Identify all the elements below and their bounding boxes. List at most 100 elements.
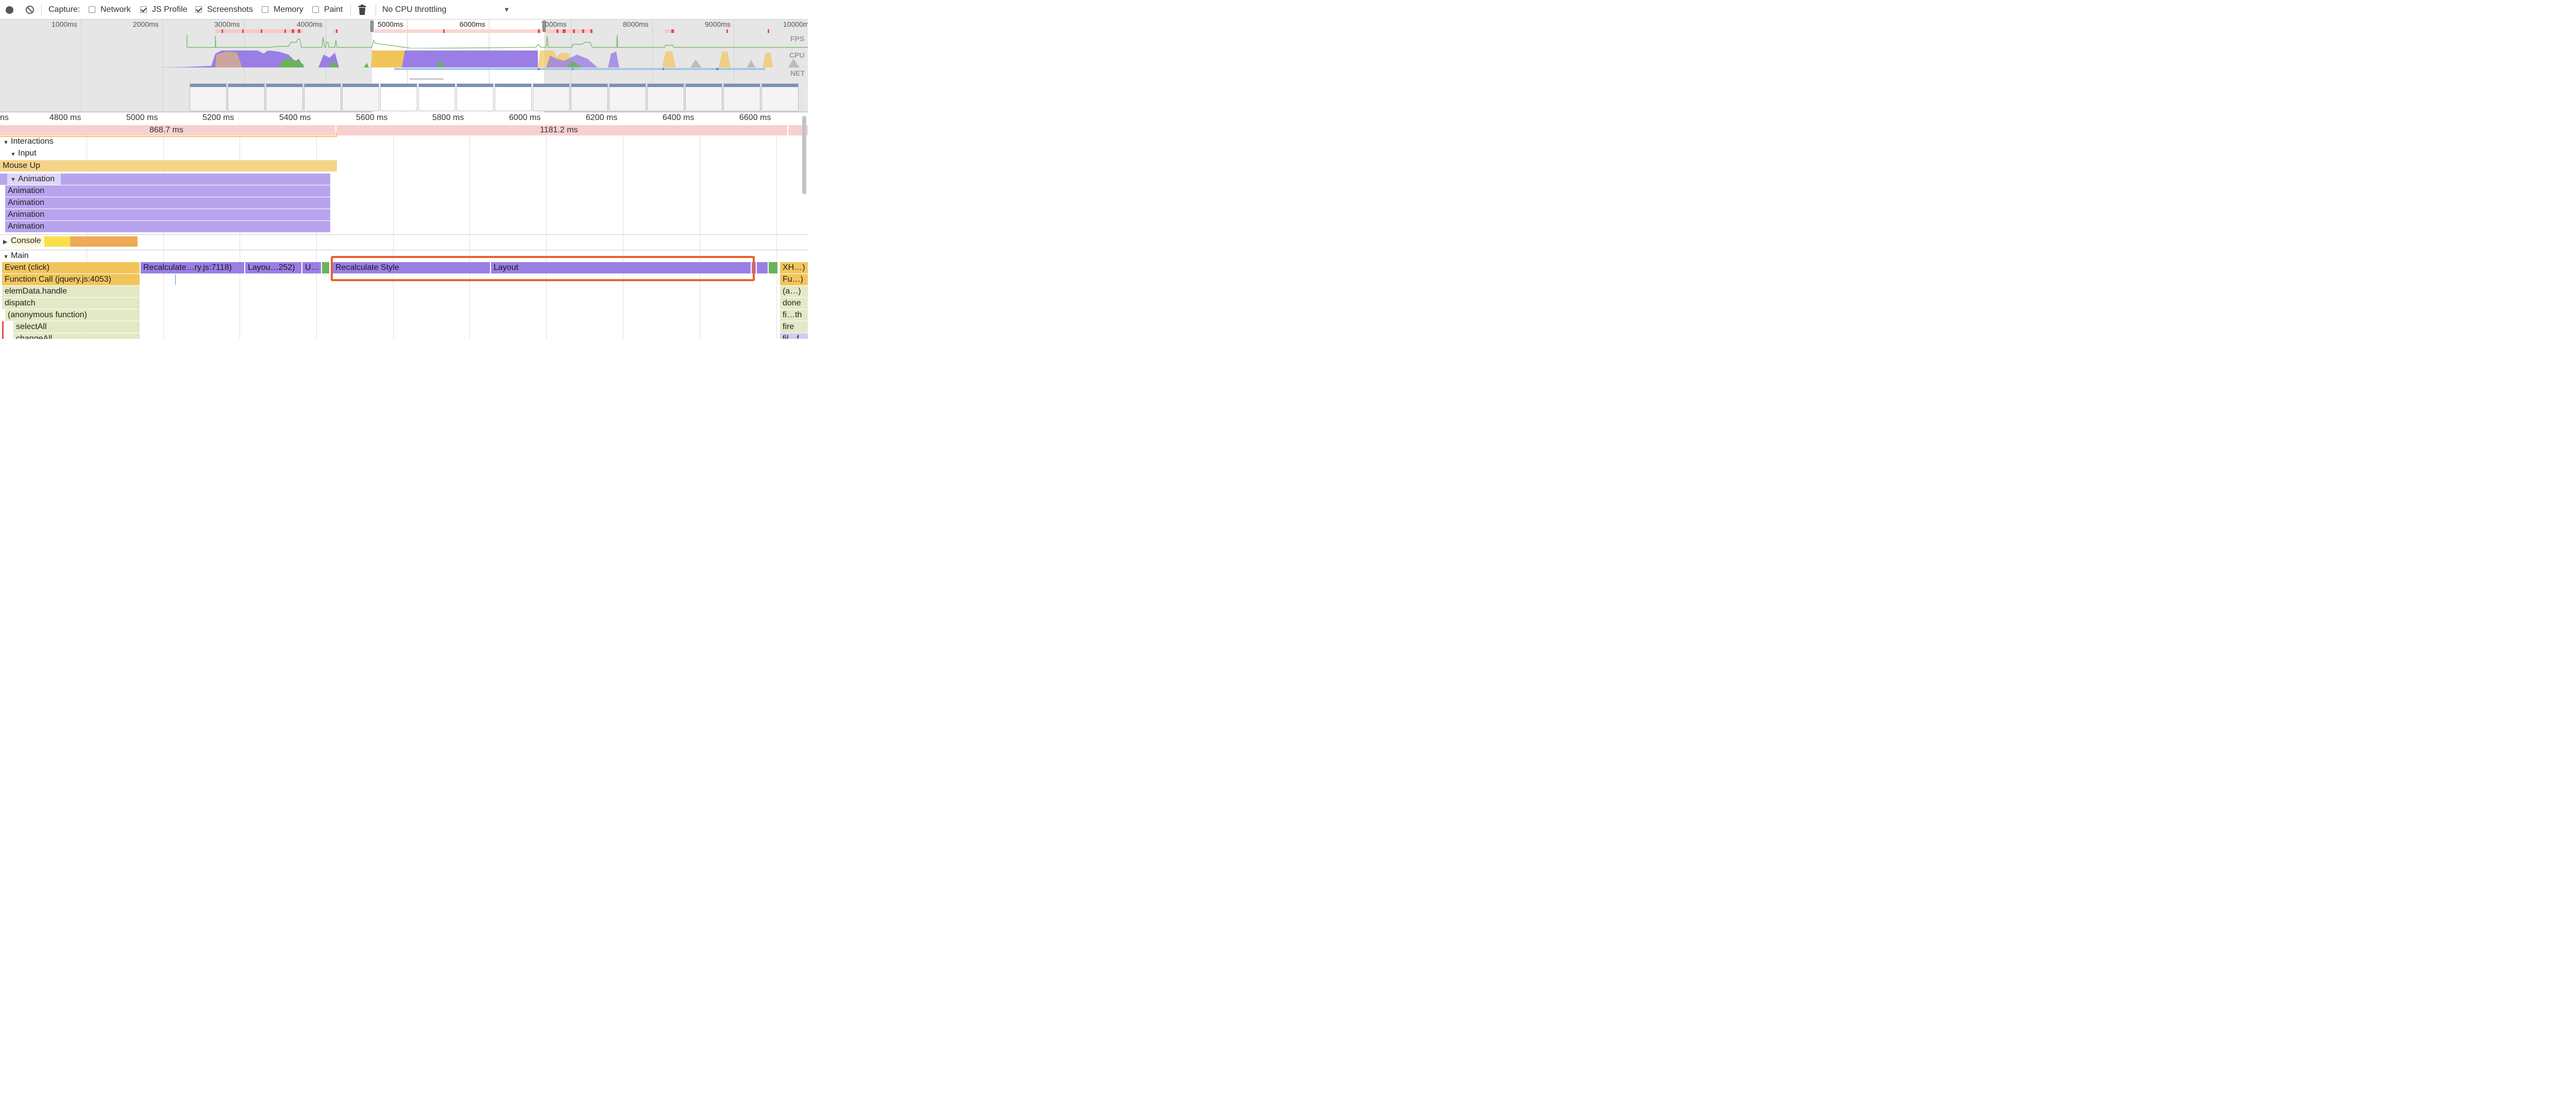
network-label[interactable]: Network	[100, 0, 131, 20]
ruler-tick: 6400 ms	[663, 113, 694, 122]
screenshot-thumbnail[interactable]	[609, 83, 646, 111]
screenshot-thumbnail[interactable]	[571, 83, 608, 111]
animation-group-title: Animation	[18, 175, 55, 183]
chevron-down-icon[interactable]: ▼	[503, 0, 510, 20]
clear-icon[interactable]	[25, 5, 35, 14]
memory-checkbox[interactable]	[262, 6, 268, 13]
screenshot-filmstrip[interactable]	[190, 83, 808, 111]
animation-expand-icon[interactable]: ▼	[10, 177, 16, 183]
function-call-bar[interactable]: Function Call (jquery.js:4053)	[2, 274, 140, 285]
screenshots-label[interactable]: Screenshots	[207, 0, 253, 20]
screenshot-thumbnail[interactable]	[380, 83, 417, 111]
call-stack-bar[interactable]: dispatch	[2, 298, 140, 309]
screenshot-thumbnail[interactable]	[304, 83, 341, 111]
mouse-up-event[interactable]: Mouse Up	[0, 160, 337, 171]
update-layer-tree-bar[interactable]: U…	[302, 262, 321, 273]
animation-event[interactable]: Animation	[5, 221, 330, 232]
screenshot-thumbnail[interactable]	[418, 83, 455, 111]
call-stack-bar[interactable]: fi…th	[780, 310, 808, 321]
screenshot-thumbnail[interactable]	[266, 83, 303, 111]
ruler-tick: 5200 ms	[202, 113, 234, 122]
cpu-label: CPU	[789, 51, 805, 59]
net-graph	[394, 68, 765, 80]
console-bar[interactable]	[70, 236, 138, 247]
animation-event[interactable]: Animation	[5, 185, 330, 197]
call-stack-bar[interactable]: changeAll	[13, 333, 140, 339]
memory-label[interactable]: Memory	[274, 0, 303, 20]
console-bar[interactable]	[44, 236, 70, 247]
ruler-tick: 5800 ms	[432, 113, 464, 122]
main-expand-icon[interactable]: ▼	[3, 254, 9, 260]
screenshot-thumbnail[interactable]	[723, 83, 760, 111]
timeline-overview[interactable]: 1000ms 2000ms 3000ms 4000ms 5000ms 6000m…	[0, 20, 808, 112]
screenshot-thumbnail[interactable]	[761, 83, 799, 111]
layout-bar[interactable]: Layou…252)	[245, 262, 301, 273]
overview-tick: 2000ms	[133, 20, 159, 28]
trash-icon[interactable]	[358, 5, 366, 15]
frame-duration: 1181.2 ms	[540, 126, 578, 134]
capture-label: Capture:	[48, 5, 80, 14]
paint-checkbox[interactable]	[312, 6, 319, 13]
cpu-graph	[0, 50, 800, 67]
net-label: NET	[790, 69, 805, 77]
ruler-tick: 6600 ms	[739, 113, 771, 122]
overview-tick: 1000ms	[52, 20, 77, 28]
toolbar-divider	[350, 4, 351, 15]
call-stack-bar[interactable]: done	[780, 298, 808, 309]
screenshots-checkbox[interactable]	[195, 6, 202, 13]
screenshot-thumbnail[interactable]	[647, 83, 684, 111]
vertical-scrollbar[interactable]	[802, 116, 806, 194]
ruler-tick: 6200 ms	[586, 113, 618, 122]
screenshot-thumbnail[interactable]	[685, 83, 722, 111]
recalculate-style-bar[interactable]: Recalculate…ry.js:7118)	[141, 262, 244, 273]
call-stack-bar[interactable]: (anonymous function)	[5, 310, 140, 321]
call-stack-bar[interactable]: selectAll	[13, 321, 140, 333]
screenshot-thumbnail[interactable]	[342, 83, 379, 111]
gridline	[469, 113, 470, 339]
function-call-bar[interactable]: Fu…)	[780, 274, 808, 285]
screenshot-thumbnail[interactable]	[228, 83, 265, 111]
toolbar-divider	[41, 4, 42, 15]
cpu-throttling-select[interactable]: No CPU throttling	[382, 0, 447, 20]
main-title: Main	[11, 251, 29, 260]
ruler-tick: 5600 ms	[356, 113, 388, 122]
update-layer-tree-bar[interactable]	[757, 262, 768, 273]
screenshot-thumbnail[interactable]	[456, 83, 494, 111]
flame-chart[interactable]: ns 4800 ms 5000 ms 5200 ms 5400 ms 5600 …	[0, 113, 808, 339]
console-expand-icon[interactable]: ▶	[3, 238, 7, 245]
animation-event[interactable]: Animation	[5, 209, 330, 220]
call-stack-bar[interactable]: (a…)	[780, 286, 808, 297]
paint-bar[interactable]	[322, 262, 329, 273]
overview-tick: 9000ms	[705, 20, 731, 28]
screenshot-thumbnail[interactable]	[190, 83, 227, 111]
paint-bar[interactable]	[769, 262, 777, 273]
js-profile-checkbox[interactable]	[140, 6, 147, 13]
overview-tick: 3000ms	[214, 20, 240, 28]
gridline	[776, 113, 777, 339]
gridline	[393, 113, 394, 339]
record-button[interactable]	[6, 6, 13, 14]
js-profile-label[interactable]: JS Profile	[152, 0, 187, 20]
screenshot-thumbnail[interactable]	[495, 83, 532, 111]
overview-tick: 6000ms	[460, 20, 485, 28]
screenshot-thumbnail[interactable]	[533, 83, 570, 111]
ruler-tick: 5400 ms	[279, 113, 311, 122]
animation-event[interactable]: Animation	[5, 197, 330, 209]
network-checkbox[interactable]	[89, 6, 95, 13]
call-stack-marker	[175, 274, 176, 285]
interactions-title: Interactions	[11, 137, 54, 146]
ruler-tick: ns	[0, 113, 9, 122]
overview-left-handle[interactable]	[370, 21, 374, 32]
input-expand-icon[interactable]: ▼	[10, 151, 16, 158]
fps-graph	[187, 35, 808, 48]
xhr-event-bar[interactable]: XH…)	[780, 262, 808, 273]
call-stack-bar[interactable]: fire	[780, 321, 808, 333]
overview-tick: 5000ms	[378, 20, 403, 28]
paint-label[interactable]: Paint	[324, 0, 343, 20]
call-stack-bar[interactable]: fil…f	[780, 333, 808, 339]
overview-right-handle[interactable]	[543, 21, 546, 32]
call-stack-bar[interactable]: elemData.handle	[2, 286, 140, 297]
input-label: Input	[18, 149, 37, 158]
event-click-bar[interactable]: Event (click)	[2, 262, 140, 273]
interactions-expand-icon[interactable]: ▼	[3, 140, 9, 146]
